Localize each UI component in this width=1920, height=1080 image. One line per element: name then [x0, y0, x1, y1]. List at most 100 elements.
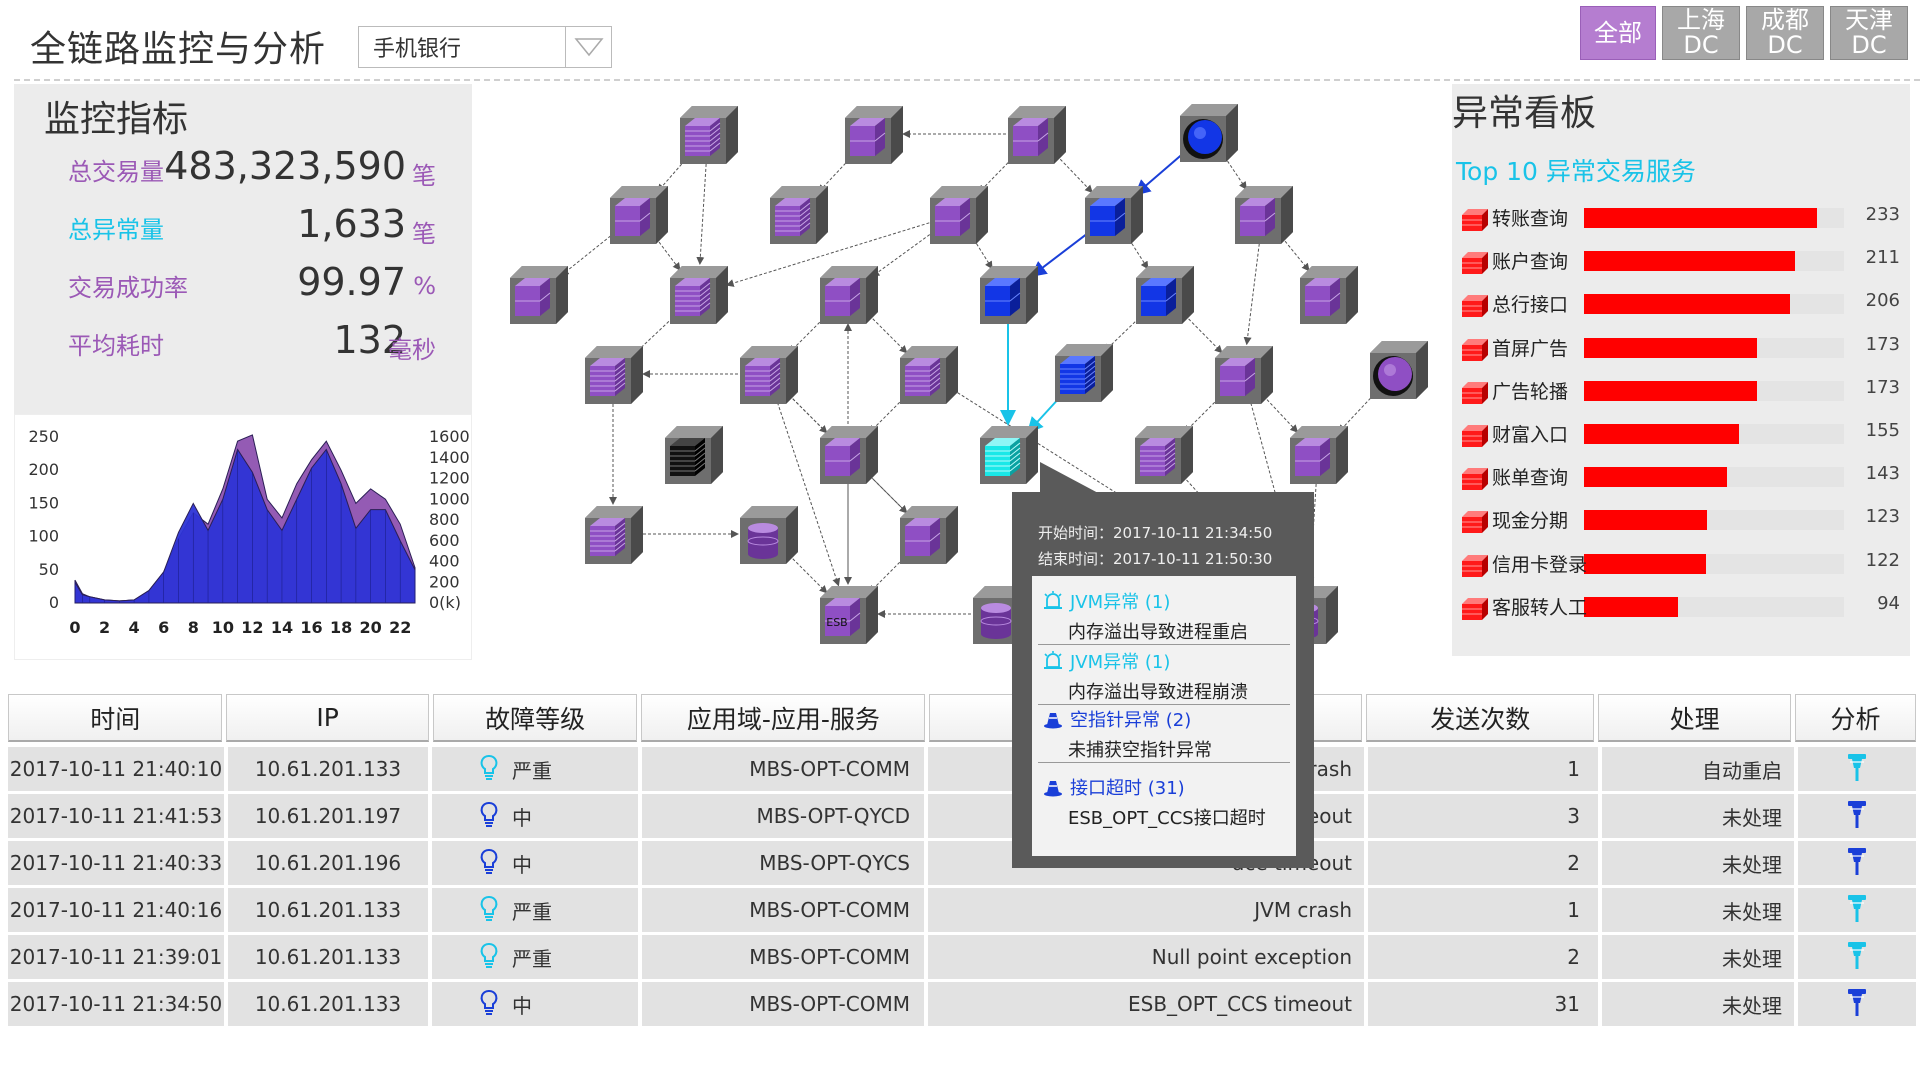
anomaly-bar [1584, 424, 1739, 444]
pin-analyze-icon[interactable] [1846, 940, 1868, 975]
y-right-tick: 1200 [429, 469, 470, 488]
topology-node[interactable] [510, 266, 568, 324]
tooltip-start-time: 开始时间：2017-10-11 21:34:50 [1038, 524, 1273, 542]
dc-button-tianjin[interactable]: 天津 DC [1830, 6, 1908, 60]
tooltip-alert-item[interactable]: JVM异常 (1) 内存溢出导致进程崩溃 [1042, 648, 1288, 704]
anomaly-count: 94 [1877, 592, 1900, 614]
anomaly-service-name: 账户查询 [1492, 251, 1569, 274]
dc-button-all[interactable]: 全部 [1580, 6, 1656, 60]
tooltip-alert-item[interactable]: 接口超时 (31) ESB_OPT_CCS接口超时 [1042, 774, 1288, 830]
pin-analyze-icon[interactable] [1846, 893, 1868, 928]
topology-node[interactable] [585, 506, 643, 564]
col-level[interactable]: 故障等级 [432, 694, 638, 742]
table-row[interactable]: 2017-10-11 21:34:50 10.61.201.133 中 MBS-OPT… [8, 982, 1916, 1026]
col-action[interactable]: 处理 [1598, 694, 1791, 742]
topology-node[interactable] [845, 106, 903, 164]
topology-node[interactable] [740, 506, 798, 564]
topology-node[interactable] [1055, 344, 1113, 402]
topology-link [1128, 239, 1149, 270]
topology-node[interactable] [1085, 186, 1143, 244]
topology-node[interactable] [820, 426, 878, 484]
topology-node[interactable] [1135, 426, 1193, 484]
anomaly-list-item[interactable]: 账户查询 211 [1452, 241, 1910, 281]
cell-level: 中 [432, 982, 642, 1026]
topology-node[interactable] [900, 346, 958, 404]
table-row[interactable]: 2017-10-11 21:40:10 10.61.201.133 严重 MBS-OP… [8, 747, 1916, 791]
topology-node[interactable] [665, 426, 723, 484]
cell-time: 2017-10-11 21:39:01 [8, 935, 228, 979]
col-send-count[interactable]: 发送次数 [1366, 694, 1595, 742]
chevron-down-icon[interactable] [565, 27, 611, 67]
anomaly-list-item[interactable]: 客服转人工 94 [1452, 587, 1910, 627]
tooltip-alert-item[interactable]: JVM异常 (1) 内存溢出导致进程重启 [1042, 588, 1288, 644]
topology-node[interactable] [1180, 104, 1238, 162]
cell-action[interactable]: 未处理 [1602, 794, 1798, 838]
cell-description: JVM crash [928, 888, 1368, 932]
topology-node[interactable] [770, 186, 828, 244]
anomaly-list-item[interactable]: 信用卡登录 122 [1452, 544, 1910, 584]
table-row[interactable]: 2017-10-11 21:39:01 10.61.201.133 严重 MBS-OP… [8, 935, 1916, 979]
pin-analyze-icon[interactable] [1846, 987, 1868, 1022]
metric-row: 平均耗时 132 毫秒 [14, 318, 472, 368]
topology-node[interactable] [1136, 266, 1194, 324]
topology-link [696, 163, 707, 266]
topology-node[interactable] [610, 186, 668, 244]
topology-link [1056, 155, 1093, 194]
pin-analyze-icon[interactable] [1846, 846, 1868, 881]
y-left-tick: 150 [28, 493, 59, 512]
cell-analysis [1798, 747, 1916, 791]
cell-action[interactable]: 未处理 [1602, 888, 1798, 932]
anomaly-list-item[interactable]: 财富入口 155 [1452, 414, 1910, 454]
topology-node[interactable] [1370, 341, 1428, 399]
server-stack-icon [1460, 596, 1490, 626]
anomaly-list-item[interactable]: 现金分期 123 [1452, 500, 1910, 540]
topology-node[interactable] [670, 266, 728, 324]
anomaly-list-item[interactable]: 广告轮播 173 [1452, 371, 1910, 411]
topology-node[interactable] [1215, 346, 1273, 404]
col-time[interactable]: 时间 [8, 694, 223, 742]
anomaly-bar [1584, 294, 1790, 315]
topology-node[interactable] [980, 266, 1038, 324]
anomaly-list-item[interactable]: 总行接口 206 [1452, 284, 1910, 324]
y-right-tick: 200 [429, 572, 460, 591]
cell-action[interactable]: 未处理 [1602, 982, 1798, 1026]
topology-node[interactable] [740, 346, 798, 404]
topology-node[interactable] [1235, 186, 1293, 244]
tooltip-alert-item[interactable]: 空指针异常 (2) 未捕获空指针异常 [1042, 706, 1288, 762]
table-row[interactable]: 2017-10-11 21:41:53 10.61.201.197 中 MBS-OPT… [8, 794, 1916, 838]
table-row[interactable]: 2017-10-11 21:40:33 10.61.201.196 中 MBS-OPT… [8, 841, 1916, 885]
anomaly-list-item[interactable]: 转账查询 233 [1452, 198, 1910, 238]
pin-analyze-icon[interactable] [1846, 752, 1868, 787]
topology-node[interactable] [680, 106, 738, 164]
topology-node[interactable] [1008, 106, 1066, 164]
topology-node[interactable] [820, 266, 878, 324]
level-label: 严重 [512, 899, 552, 924]
cell-action[interactable]: 未处理 [1602, 841, 1798, 885]
table-row[interactable]: 2017-10-11 21:40:16 10.61.201.133 严重 MBS-OP… [8, 888, 1916, 932]
topology-link [973, 239, 993, 270]
col-ip[interactable]: IP [226, 694, 429, 742]
cell-action[interactable]: 自动重启 [1602, 747, 1798, 791]
pin-analyze-icon[interactable] [1846, 799, 1868, 834]
anomaly-bar [1584, 208, 1817, 228]
col-analysis[interactable]: 分析 [1794, 694, 1917, 742]
anomaly-list-item[interactable]: 账单查询 143 [1452, 457, 1910, 497]
metrics-title: 监控指标 [44, 99, 189, 140]
anomaly-service-name: 转账查询 [1492, 208, 1569, 230]
topology-node[interactable] [980, 426, 1038, 484]
server-stack-icon [1460, 207, 1490, 237]
dc-button-chengdu[interactable]: 成都 DC [1746, 6, 1824, 60]
topology-node[interactable] [585, 346, 643, 404]
anomaly-list-item[interactable]: 首屏广告 173 [1452, 328, 1910, 368]
app-select[interactable]: 手机银行 [358, 26, 612, 68]
y-right-tick: 800 [429, 510, 460, 529]
topology-node[interactable] [930, 186, 988, 244]
col-service[interactable]: 应用域-应用-服务 [641, 694, 926, 742]
tooltip-alert-desc: ESB_OPT_CCS接口超时 [1068, 808, 1266, 829]
topology-node[interactable] [1300, 266, 1358, 324]
topology-node[interactable] [900, 506, 958, 564]
cell-action[interactable]: 未处理 [1602, 935, 1798, 979]
topology-node[interactable] [1290, 426, 1348, 484]
topology-node[interactable]: ESB [820, 586, 878, 644]
dc-button-shanghai[interactable]: 上海 DC [1662, 6, 1740, 60]
